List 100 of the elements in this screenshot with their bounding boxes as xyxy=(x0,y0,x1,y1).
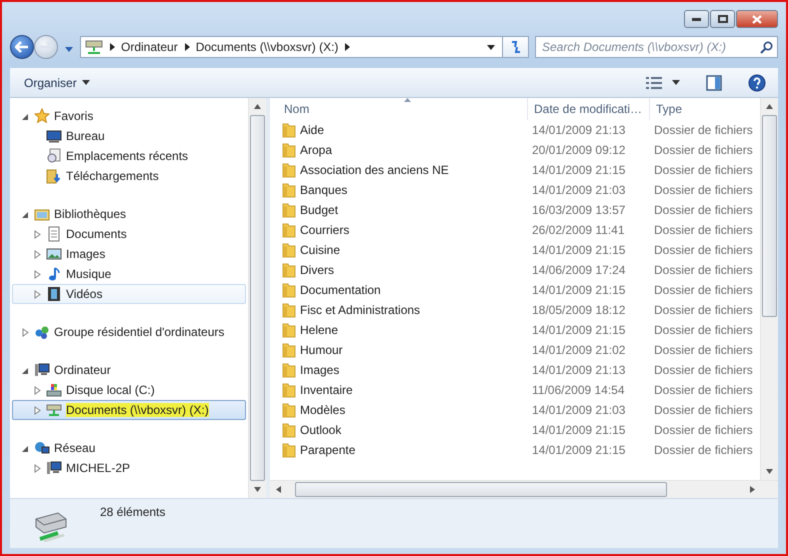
horizontal-scrollbar[interactable] xyxy=(270,480,778,498)
organize-menu-button[interactable]: Organiser xyxy=(20,74,94,92)
file-type: Dossier de fichiers xyxy=(653,143,753,157)
collapsed-arrow-icon[interactable] xyxy=(33,386,42,394)
scroll-up-arrow-icon[interactable] xyxy=(253,103,262,110)
file-row[interactable]: Divers 14/06/2009 17:24 Dossier de fichiers xyxy=(270,260,760,280)
view-options-button[interactable] xyxy=(644,74,682,90)
file-name: Aropa xyxy=(300,143,332,157)
navigation-item[interactable]: Musique xyxy=(12,264,246,284)
navigation-item[interactable]: Vidéos xyxy=(12,284,246,304)
file-row[interactable]: Inventaire 11/06/2009 14:54 Dossier de fichiers xyxy=(270,380,760,400)
file-name: Inventaire xyxy=(300,383,353,397)
navigation-item[interactable]: Bibliothèques xyxy=(12,204,246,224)
document-icon xyxy=(46,226,62,242)
maximize-button[interactable] xyxy=(710,10,735,28)
breadcrumb-segment[interactable]: Ordinateur xyxy=(121,40,178,54)
navigation-item[interactable]: Réseau xyxy=(12,438,246,458)
dropdown-arrow-icon[interactable] xyxy=(486,43,496,51)
file-row[interactable]: Parapente 14/01/2009 21:15 Dossier de fichiers xyxy=(270,440,760,460)
file-type: Dossier de fichiers xyxy=(653,303,753,317)
scroll-down-arrow-icon[interactable] xyxy=(765,468,774,475)
folder-icon xyxy=(282,282,296,298)
help-button[interactable] xyxy=(746,72,768,94)
navigation-item[interactable]: Disque local (C:) xyxy=(12,380,246,400)
expanded-arrow-icon[interactable] xyxy=(21,210,30,218)
address-bar[interactable]: Ordinateur Documents (\\vboxsvr) (X:) xyxy=(80,36,503,58)
file-row[interactable]: Banques 14/01/2009 21:03 Dossier de fichiers xyxy=(270,180,760,200)
file-type: Dossier de fichiers xyxy=(653,263,753,277)
modified-date: 14/01/2009 21:03 xyxy=(531,183,626,197)
file-row[interactable]: Documentation 14/01/2009 21:15 Dossier de fichiers xyxy=(270,280,760,300)
breadcrumb-segment[interactable]: Documents (\\vboxsvr) (X:) xyxy=(196,40,338,54)
hard-disk-icon xyxy=(46,382,62,398)
file-row[interactable]: Aide 14/01/2009 21:13 Dossier de fichiers xyxy=(270,120,760,140)
modified-date: 14/01/2009 21:03 xyxy=(531,403,626,417)
file-type: Dossier de fichiers xyxy=(653,323,753,337)
navigation-item[interactable]: Documents (\\vboxsvr) (X:) xyxy=(12,400,246,420)
file-row[interactable]: Fisc et Administrations 18/05/2009 18:12 Dossier de fichiers xyxy=(270,300,760,320)
file-row[interactable]: Courriers 26/02/2009 11:41 Dossier de fichiers xyxy=(270,220,760,240)
file-row[interactable]: Outlook 14/01/2009 21:15 Dossier de fichiers xyxy=(270,420,760,440)
scroll-right-arrow-icon[interactable] xyxy=(749,485,756,494)
file-row[interactable]: Helene 14/01/2009 21:15 Dossier de fichiers xyxy=(270,320,760,340)
breadcrumb-arrow-icon[interactable] xyxy=(109,43,115,51)
file-name: Association des anciens NE xyxy=(300,163,449,177)
collapsed-arrow-icon[interactable] xyxy=(33,406,42,414)
navigation-item[interactable]: Groupe résidentiel d'ordinateurs xyxy=(12,322,246,342)
modified-date: 14/01/2009 21:15 xyxy=(531,443,626,457)
search-icon[interactable] xyxy=(760,40,773,54)
navigation-item[interactable]: MICHEL-2P xyxy=(12,458,246,478)
close-button[interactable] xyxy=(736,10,778,28)
vertical-scrollbar[interactable] xyxy=(248,98,266,498)
collapsed-arrow-icon[interactable] xyxy=(33,290,42,298)
scroll-up-arrow-icon[interactable] xyxy=(765,103,774,110)
navigation-item[interactable]: Ordinateur xyxy=(12,360,246,380)
file-type: Dossier de fichiers xyxy=(653,383,753,397)
navigation-item[interactable]: Téléchargements xyxy=(12,166,246,186)
scroll-down-arrow-icon[interactable] xyxy=(253,486,262,493)
breadcrumb-arrow-icon[interactable] xyxy=(184,43,190,51)
navigation-item[interactable]: Documents xyxy=(12,224,246,244)
modified-date: 20/01/2009 09:12 xyxy=(531,143,626,157)
file-row[interactable]: Modèles 14/01/2009 21:03 Dossier de fichiers xyxy=(270,400,760,420)
file-row[interactable]: Aropa 20/01/2009 09:12 Dossier de fichiers xyxy=(270,140,760,160)
collapsed-arrow-icon[interactable] xyxy=(33,464,42,472)
file-type: Dossier de fichiers xyxy=(653,343,753,357)
file-row[interactable]: Cuisine 14/01/2009 21:15 Dossier de fichiers xyxy=(270,240,760,260)
breadcrumb-arrow-icon[interactable] xyxy=(344,43,350,51)
scroll-left-arrow-icon[interactable] xyxy=(275,485,282,494)
collapsed-arrow-icon[interactable] xyxy=(33,270,42,278)
expanded-arrow-icon[interactable] xyxy=(21,444,30,452)
file-row[interactable]: Humour 14/01/2009 21:02 Dossier de fichiers xyxy=(270,340,760,360)
expanded-arrow-icon[interactable] xyxy=(21,366,30,374)
file-type: Dossier de fichiers xyxy=(653,223,753,237)
preview-pane-button[interactable] xyxy=(704,72,724,92)
modified-date: 11/06/2009 14:54 xyxy=(531,383,626,397)
file-row[interactable]: Budget 16/03/2009 13:57 Dossier de fichiers xyxy=(270,200,760,220)
file-row[interactable]: Images 14/01/2009 21:13 Dossier de fichiers xyxy=(270,360,760,380)
navigation-item[interactable]: Emplacements récents xyxy=(12,146,246,166)
vertical-scrollbar[interactable] xyxy=(760,98,778,480)
back-button[interactable] xyxy=(10,35,34,59)
minimize-icon xyxy=(692,18,701,20)
collapsed-arrow-icon[interactable] xyxy=(21,328,30,336)
file-type: Dossier de fichiers xyxy=(653,423,753,437)
collapsed-arrow-icon[interactable] xyxy=(33,230,42,238)
item-count: 28 éléments xyxy=(100,505,166,519)
search-field[interactable]: Search Documents (\\vboxsvr) (X:) xyxy=(535,36,778,58)
modified-date: 14/01/2009 21:15 xyxy=(531,243,626,257)
navigation-item[interactable]: Bureau xyxy=(12,126,246,146)
modified-date: 16/03/2009 13:57 xyxy=(531,203,626,217)
navigation-item[interactable]: Favoris xyxy=(12,106,246,126)
navigation-item[interactable]: Images xyxy=(12,244,246,264)
refresh-button[interactable] xyxy=(503,36,529,58)
expanded-arrow-icon[interactable] xyxy=(21,112,30,120)
folder-icon xyxy=(282,222,296,238)
collapsed-arrow-icon[interactable] xyxy=(33,250,42,258)
minimize-button[interactable] xyxy=(684,10,709,28)
file-row[interactable]: Association des anciens NE 14/01/2009 21:15 Dossier de fichiers xyxy=(270,160,760,180)
folder-icon xyxy=(282,362,296,378)
file-name: Fisc et Administrations xyxy=(300,303,420,317)
caret-icon xyxy=(672,80,680,85)
picture-icon xyxy=(46,246,62,262)
file-name: Outlook xyxy=(300,423,342,437)
